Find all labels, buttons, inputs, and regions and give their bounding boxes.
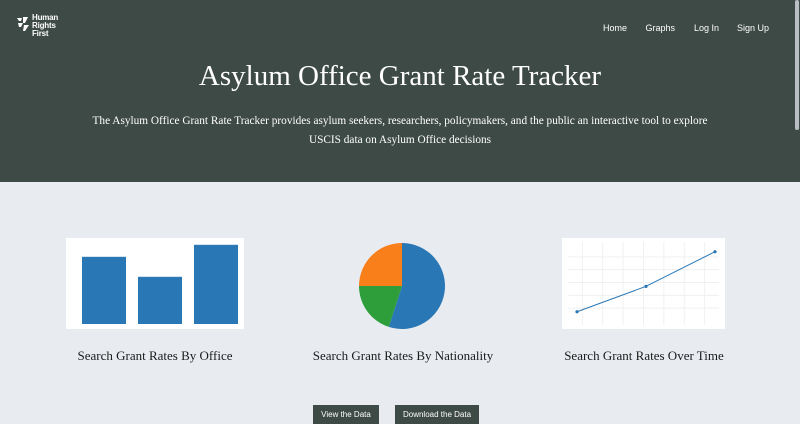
card-label-time[interactable]: Search Grant Rates Over Time xyxy=(540,348,748,364)
logo-line: First xyxy=(32,29,49,38)
page-title: Asylum Office Grant Rate Tracker xyxy=(198,60,602,92)
scrollbar-thumb[interactable] xyxy=(795,0,799,130)
hrf-logo-mark-icon xyxy=(17,17,29,31)
nav-home[interactable]: Home xyxy=(603,23,627,33)
line-point xyxy=(575,310,579,314)
card-label-nationality[interactable]: Search Grant Rates By Nationality xyxy=(283,348,523,364)
nav-sign-up[interactable]: Sign Up xyxy=(737,23,769,33)
logo-text: Human Rights First xyxy=(32,14,58,38)
nationality-pie-chart-thumbnail[interactable] xyxy=(358,242,446,330)
bar-mark xyxy=(138,276,182,324)
pie-slice xyxy=(359,243,402,286)
page-scrollbar[interactable] xyxy=(794,0,800,424)
page-description: The Asylum Office Grant Rate Tracker pro… xyxy=(92,115,708,146)
card-label-office[interactable]: Search Grant Rates By Office xyxy=(66,348,244,364)
nav-log-in[interactable]: Log In xyxy=(694,23,719,33)
view-data-button[interactable]: View the Data xyxy=(313,405,379,424)
human-rights-first-logo[interactable]: Human Rights First xyxy=(16,14,76,44)
line-point xyxy=(713,250,717,254)
office-bar-chart-thumbnail[interactable] xyxy=(66,238,244,329)
bar-mark xyxy=(194,244,238,324)
nav-graphs[interactable]: Graphs xyxy=(645,23,675,33)
line-point xyxy=(644,284,648,288)
download-data-button[interactable]: Download the Data xyxy=(395,405,479,424)
site-header: Human Rights First Home Graphs Log In Si… xyxy=(0,0,800,182)
bar-mark xyxy=(82,256,126,324)
time-line-chart-thumbnail[interactable] xyxy=(562,238,725,329)
